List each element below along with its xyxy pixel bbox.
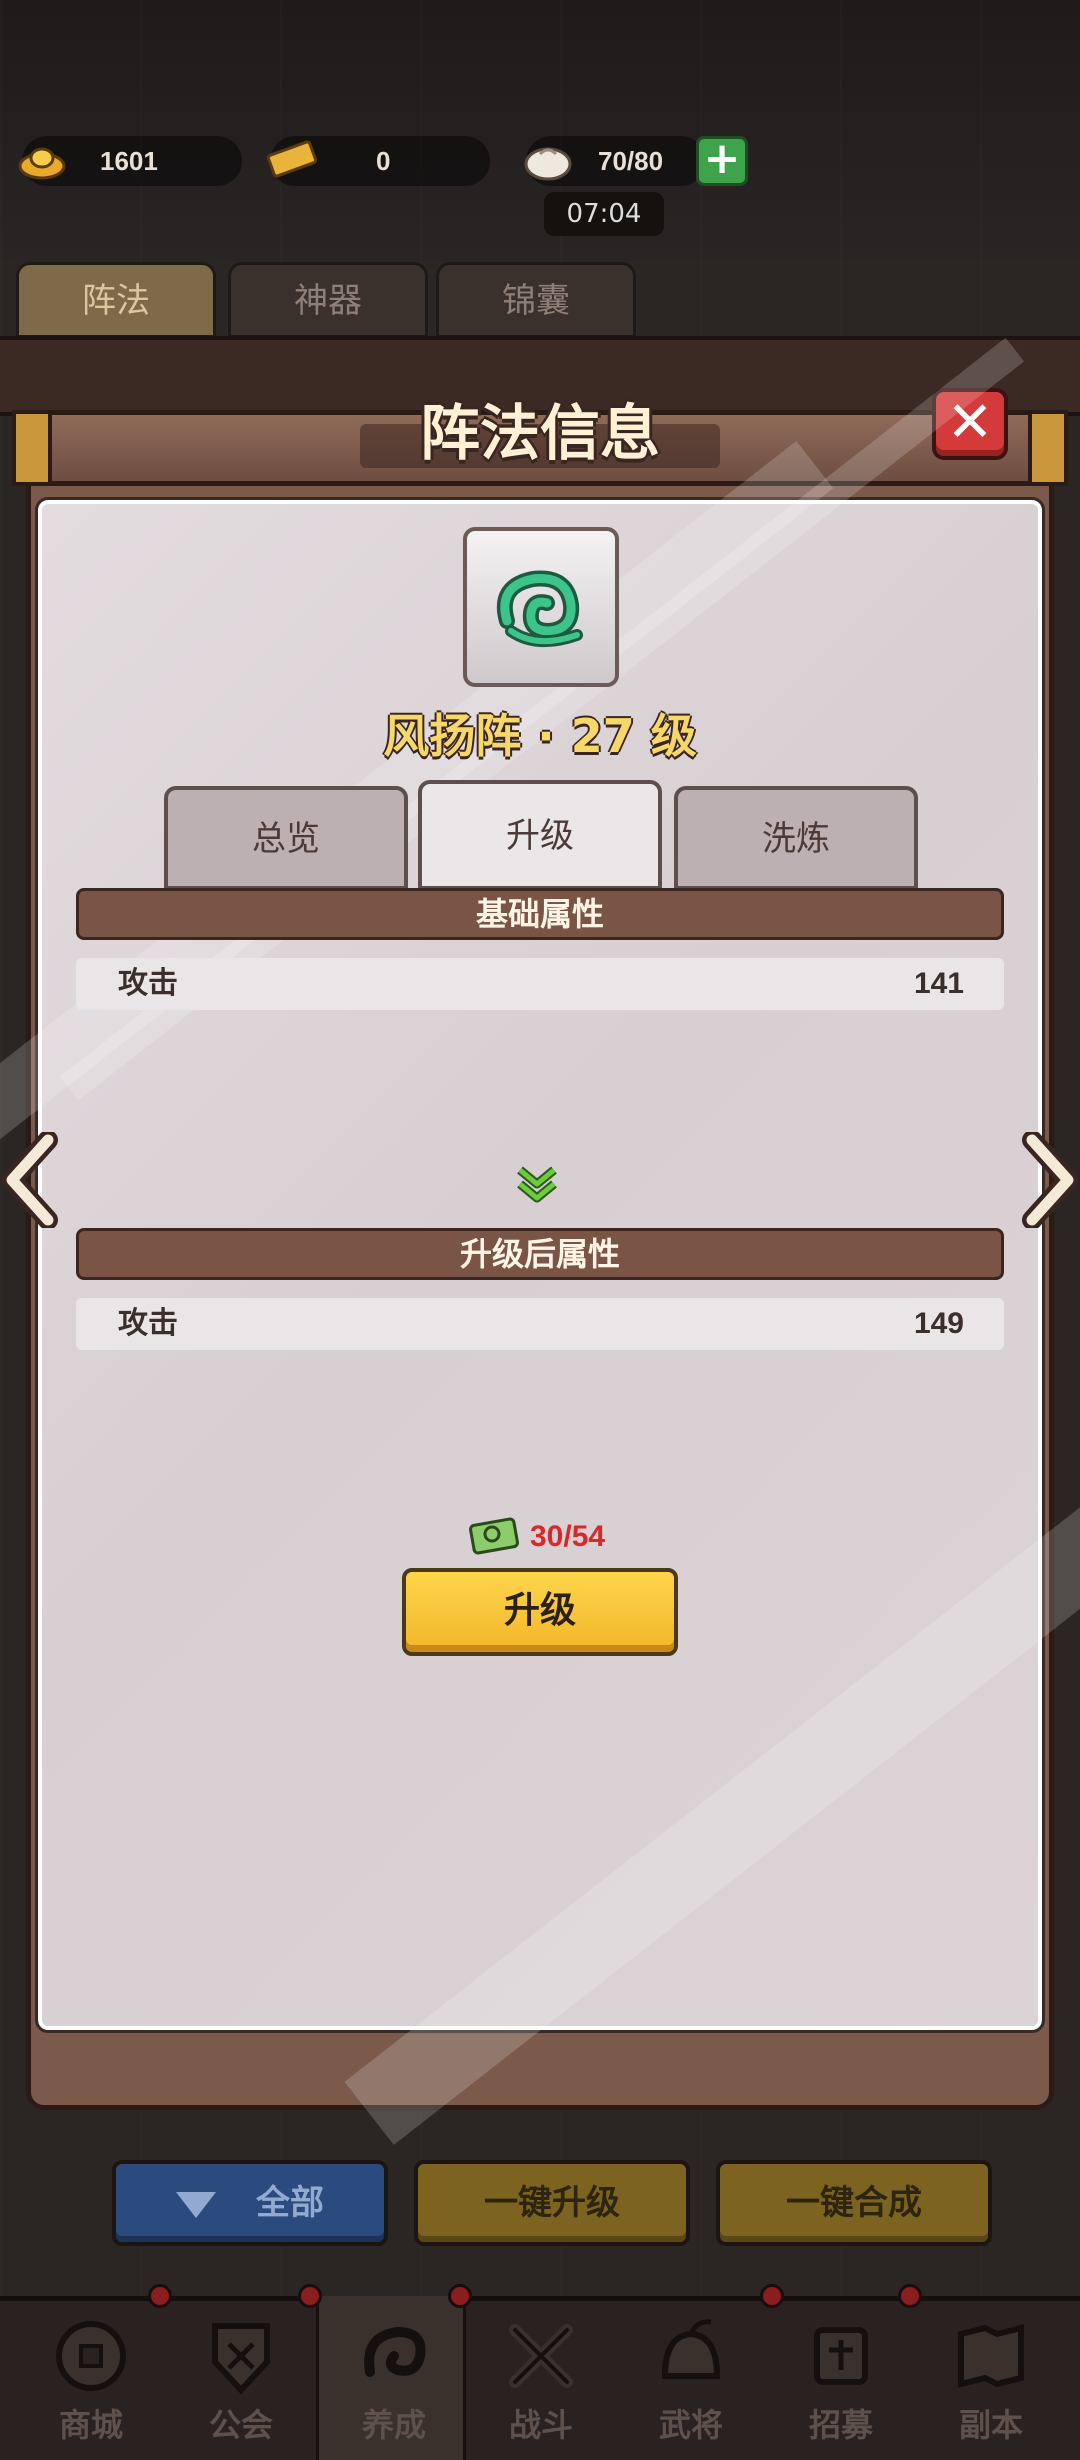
attr-value: 149 [913, 1307, 964, 1340]
tab-tactics[interactable]: 锦囊 [436, 262, 636, 338]
coin-icon [56, 2321, 126, 2391]
nav-divider-dot [760, 2284, 784, 2308]
nav-label: 副本 [958, 2406, 1023, 2444]
one-click-upgrade-button[interactable]: 一键升级 [414, 2160, 690, 2246]
tab-artifact[interactable]: 神器 [228, 262, 428, 338]
formation-icon-frame [463, 527, 619, 687]
upgraded-attributes-header: 升级后属性 [76, 1228, 1004, 1280]
prev-arrow-icon[interactable] [0, 1132, 60, 1228]
helmet-icon [661, 2319, 721, 2379]
modal-title: 阵法信息 [420, 399, 660, 469]
tab-overview[interactable]: 总览 [164, 786, 408, 890]
nav-battle[interactable]: 战斗 [466, 2296, 616, 2460]
nav-divider-dot [448, 2284, 472, 2308]
gold-amount: 1601 [100, 146, 158, 176]
wind-swirl-icon [496, 570, 583, 648]
nav-develop[interactable]: 养成 [316, 2296, 466, 2460]
header-right-cap [1028, 410, 1068, 486]
bg-stripe [344, 1343, 1080, 2145]
attr-name: 攻击 [118, 1306, 178, 1341]
formation-scroll-icon [469, 1517, 519, 1555]
attr-value: 141 [913, 967, 964, 1000]
nav-label: 商城 [58, 2406, 123, 2444]
nav-label: 战斗 [508, 2406, 573, 2444]
ticket-amount: 0 [376, 146, 391, 176]
cost-amount: 30/54 [530, 1520, 606, 1553]
recruit-banner-icon [814, 2327, 868, 2385]
map-icon [958, 2324, 1024, 2388]
base-attributes-header: 基础属性 [76, 888, 1004, 940]
stamina-amount: 70/80 [598, 146, 664, 176]
header-left-cap [12, 410, 52, 486]
base-attack-row: 攻击 141 [76, 958, 1004, 1010]
crossed-swords-icon [509, 2324, 573, 2388]
triangle-down-icon [176, 2191, 216, 2218]
nav-divider-dot [298, 2284, 322, 2308]
nav-dungeon[interactable]: 副本 [916, 2296, 1066, 2460]
filter-all-button[interactable]: 全部 [112, 2160, 388, 2246]
nav-divider-dot [148, 2284, 172, 2308]
tab-refine[interactable]: 洗炼 [674, 786, 918, 890]
formation-name-level: 风扬阵 · 27 级 [383, 709, 697, 763]
nav-guild[interactable]: 公会 [166, 2296, 316, 2460]
bun-icon [524, 147, 572, 181]
next-arrow-icon[interactable] [1020, 1132, 1080, 1228]
ticket-icon [266, 140, 318, 178]
nav-shop[interactable]: 商城 [16, 2296, 166, 2460]
one-click-merge-button[interactable]: 一键合成 [716, 2160, 992, 2246]
nav-label: 武将 [658, 2406, 723, 2444]
nav-label: 公会 [208, 2406, 273, 2444]
gold-ingot-icon [18, 147, 66, 180]
dragon-icon [364, 2326, 426, 2377]
attr-name: 攻击 [118, 966, 178, 1001]
add-stamina-button[interactable]: + [696, 136, 748, 186]
double-chevron-down-icon [517, 1166, 557, 1203]
shield-icon [212, 2323, 270, 2395]
upgraded-attack-row: 攻击 149 [76, 1298, 1004, 1350]
stamina-timer: 07:04 [544, 192, 664, 236]
nav-label: 养成 [361, 2406, 426, 2444]
upgrade-button[interactable]: 升级 [402, 1568, 678, 1656]
nav-label: 招募 [808, 2406, 873, 2444]
nav-divider-dot [898, 2284, 922, 2308]
filter-label: 全部 [256, 2183, 324, 2223]
tab-formation[interactable]: 阵法 [16, 262, 216, 338]
tab-upgrade[interactable]: 升级 [418, 780, 662, 890]
nav-recruit[interactable]: 招募 [766, 2296, 916, 2460]
nav-generals[interactable]: 武将 [616, 2296, 766, 2460]
